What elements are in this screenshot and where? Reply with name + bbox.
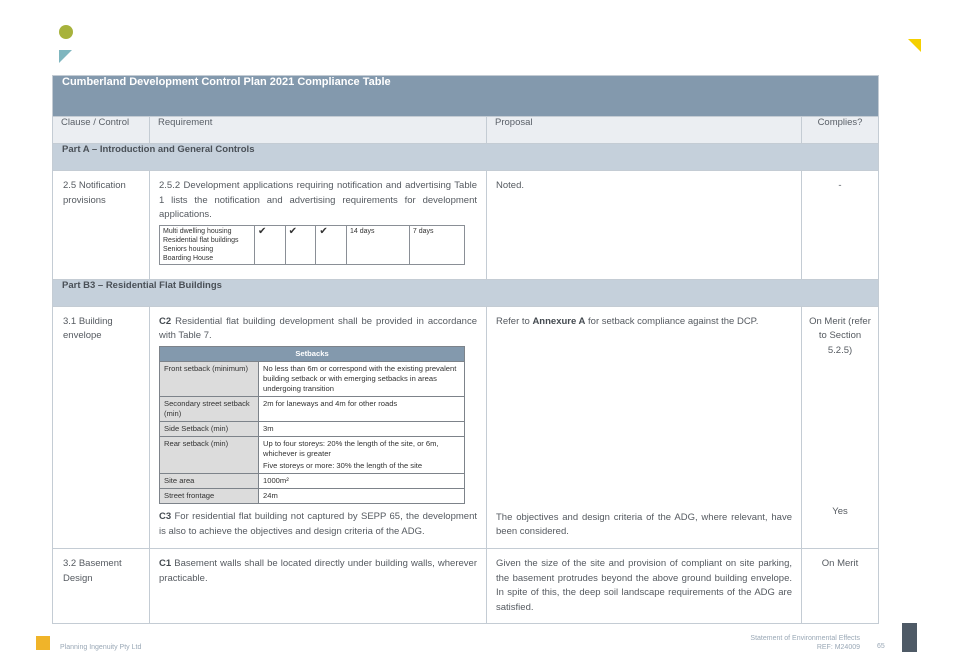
- setback-value: 2m for laneways and 4m for other roads: [258, 395, 465, 422]
- proposal-text: Noted.: [496, 180, 524, 191]
- complies-cell: On Merit (refer to Section 5.2.5) Yes: [800, 305, 880, 549]
- complies-cell: -: [800, 170, 880, 280]
- proposal-text: Given the size of the site and provision…: [496, 557, 792, 613]
- setbacks-table: Setbacks Front setback (minimum) No less…: [159, 345, 465, 504]
- complies-text-2: Yes: [832, 505, 848, 517]
- setback-label: Front setback (minimum): [159, 360, 259, 397]
- setback-label: Side Setback (min): [159, 420, 259, 437]
- control-code: C3: [159, 510, 172, 522]
- proposal-text-part: Refer to: [496, 315, 533, 327]
- section-row: Part B3 – Residential Flat Buildings: [51, 278, 880, 307]
- footer-bar: [902, 623, 917, 652]
- setback-value: 3m: [258, 420, 465, 437]
- requirement-text: 2.5.2 Development applications requiring…: [159, 180, 477, 221]
- control-text: Residential flat building development sh…: [159, 315, 477, 342]
- clause-cell: 3.2 Basement Design: [52, 547, 150, 625]
- setback-label: Secondary street setback (min): [159, 395, 259, 422]
- rear-setback-rule-2: Five storeys or more: 30% the length of …: [263, 460, 423, 470]
- clause-text: 3.1 Building envelope: [63, 315, 113, 342]
- table-row: 2.5 Notification provisions 2.5.2 Develo…: [52, 170, 880, 280]
- setbacks-header: Setbacks: [159, 345, 465, 362]
- requirement-c2: C2 Residential flat building development…: [159, 315, 477, 344]
- notification-table: Multi dwelling housing Residential flat …: [159, 224, 466, 265]
- control-code: C1: [159, 557, 172, 569]
- page-number: 65: [877, 643, 885, 650]
- table-title: Cumberland Development Control Plan 2021…: [51, 75, 880, 117]
- notification-period-2: 7 days: [408, 224, 466, 265]
- table-row: 3.1 Building envelope C2 Residential fla…: [52, 305, 880, 549]
- setback-label: Street frontage: [159, 487, 259, 504]
- notification-types: Multi dwelling housing Residential flat …: [159, 224, 255, 265]
- clause-text: 2.5 Notification provisions: [63, 180, 126, 206]
- section-row: Part A – Introduction and General Contro…: [51, 143, 880, 171]
- footer-ref: REF: M24009: [816, 644, 860, 651]
- control-text: For residential flat building not captur…: [159, 510, 477, 537]
- notification-check-3: ✔: [315, 224, 348, 265]
- proposal-cell: Noted.: [486, 170, 802, 280]
- setback-value: 24m: [258, 487, 465, 504]
- setback-value: Up to four storeys: 20% the length of th…: [258, 435, 465, 474]
- setback-label: Rear setback (min): [159, 435, 259, 474]
- logo-circle: [59, 25, 73, 39]
- section-b3-title: Part B3 – Residential Flat Buildings: [51, 278, 880, 307]
- section-a-title: Part A – Introduction and General Contro…: [51, 143, 880, 171]
- table-title-row: Cumberland Development Control Plan 2021…: [51, 75, 880, 117]
- header-proposal: Proposal: [486, 116, 802, 144]
- annexure-reference: Annexure A: [532, 315, 586, 327]
- header-clause: Clause / Control: [52, 116, 150, 144]
- control-code: C2: [159, 315, 172, 327]
- requirement-c3: C3 For residential flat building not cap…: [159, 510, 477, 539]
- corner-accent: [908, 39, 921, 52]
- rear-setback-rule-1: Up to four storeys: 20% the length of th…: [263, 438, 439, 458]
- clause-text: 3.2 Basement Design: [63, 557, 122, 584]
- setback-value: No less than 6m or correspond with the e…: [258, 360, 465, 397]
- setback-label: Site area: [159, 472, 259, 489]
- notification-check-1: ✔: [254, 224, 286, 265]
- footer-logo-square: [36, 636, 50, 650]
- complies-text: On Merit (refer to Section 5.2.5): [809, 315, 871, 356]
- table-header-row: Clause / Control Requirement Proposal Co…: [52, 116, 880, 144]
- proposal-cell: Refer to Annexure A for setback complian…: [486, 305, 802, 549]
- proposal-text-part: for setback compliance against the DCP.: [585, 315, 759, 327]
- compliance-table: Cumberland Development Control Plan 2021…: [51, 75, 880, 625]
- table-row: 3.2 Basement Design C1 Basement walls sh…: [52, 547, 880, 625]
- requirement-c1: C1 Basement walls shall be located direc…: [159, 557, 477, 586]
- clause-cell: 3.1 Building envelope: [52, 305, 150, 549]
- clause-cell: 2.5 Notification provisions: [52, 170, 150, 280]
- requirement-cell: C1 Basement walls shall be located direc…: [149, 547, 487, 625]
- notification-period-1: 14 days: [346, 224, 410, 265]
- proposal-cell: Given the size of the site and provision…: [486, 547, 802, 625]
- proposal-text-2: The objectives and design criteria of th…: [496, 511, 792, 538]
- header-complies: Complies?: [800, 116, 880, 144]
- control-text: Basement walls shall be located directly…: [159, 557, 477, 584]
- notification-check-2: ✔: [284, 224, 317, 265]
- footer-document-info: Statement of Environmental Effects REF: …: [750, 634, 860, 652]
- footer-doc-title: Statement of Environmental Effects: [750, 635, 860, 642]
- complies-cell: On Merit: [800, 547, 880, 625]
- footer-company: Planning Ingenuity Pty Ltd: [60, 644, 142, 651]
- requirement-cell: C2 Residential flat building development…: [149, 305, 487, 549]
- requirement-cell: 2.5.2 Development applications requiring…: [149, 170, 487, 280]
- setback-value: 1000m²: [258, 472, 465, 489]
- complies-text: -: [838, 180, 842, 191]
- complies-text: On Merit: [821, 557, 859, 569]
- logo-triangle: [59, 50, 72, 63]
- proposal-text: Refer to Annexure A for setback complian…: [496, 315, 792, 511]
- header-requirement: Requirement: [149, 116, 487, 144]
